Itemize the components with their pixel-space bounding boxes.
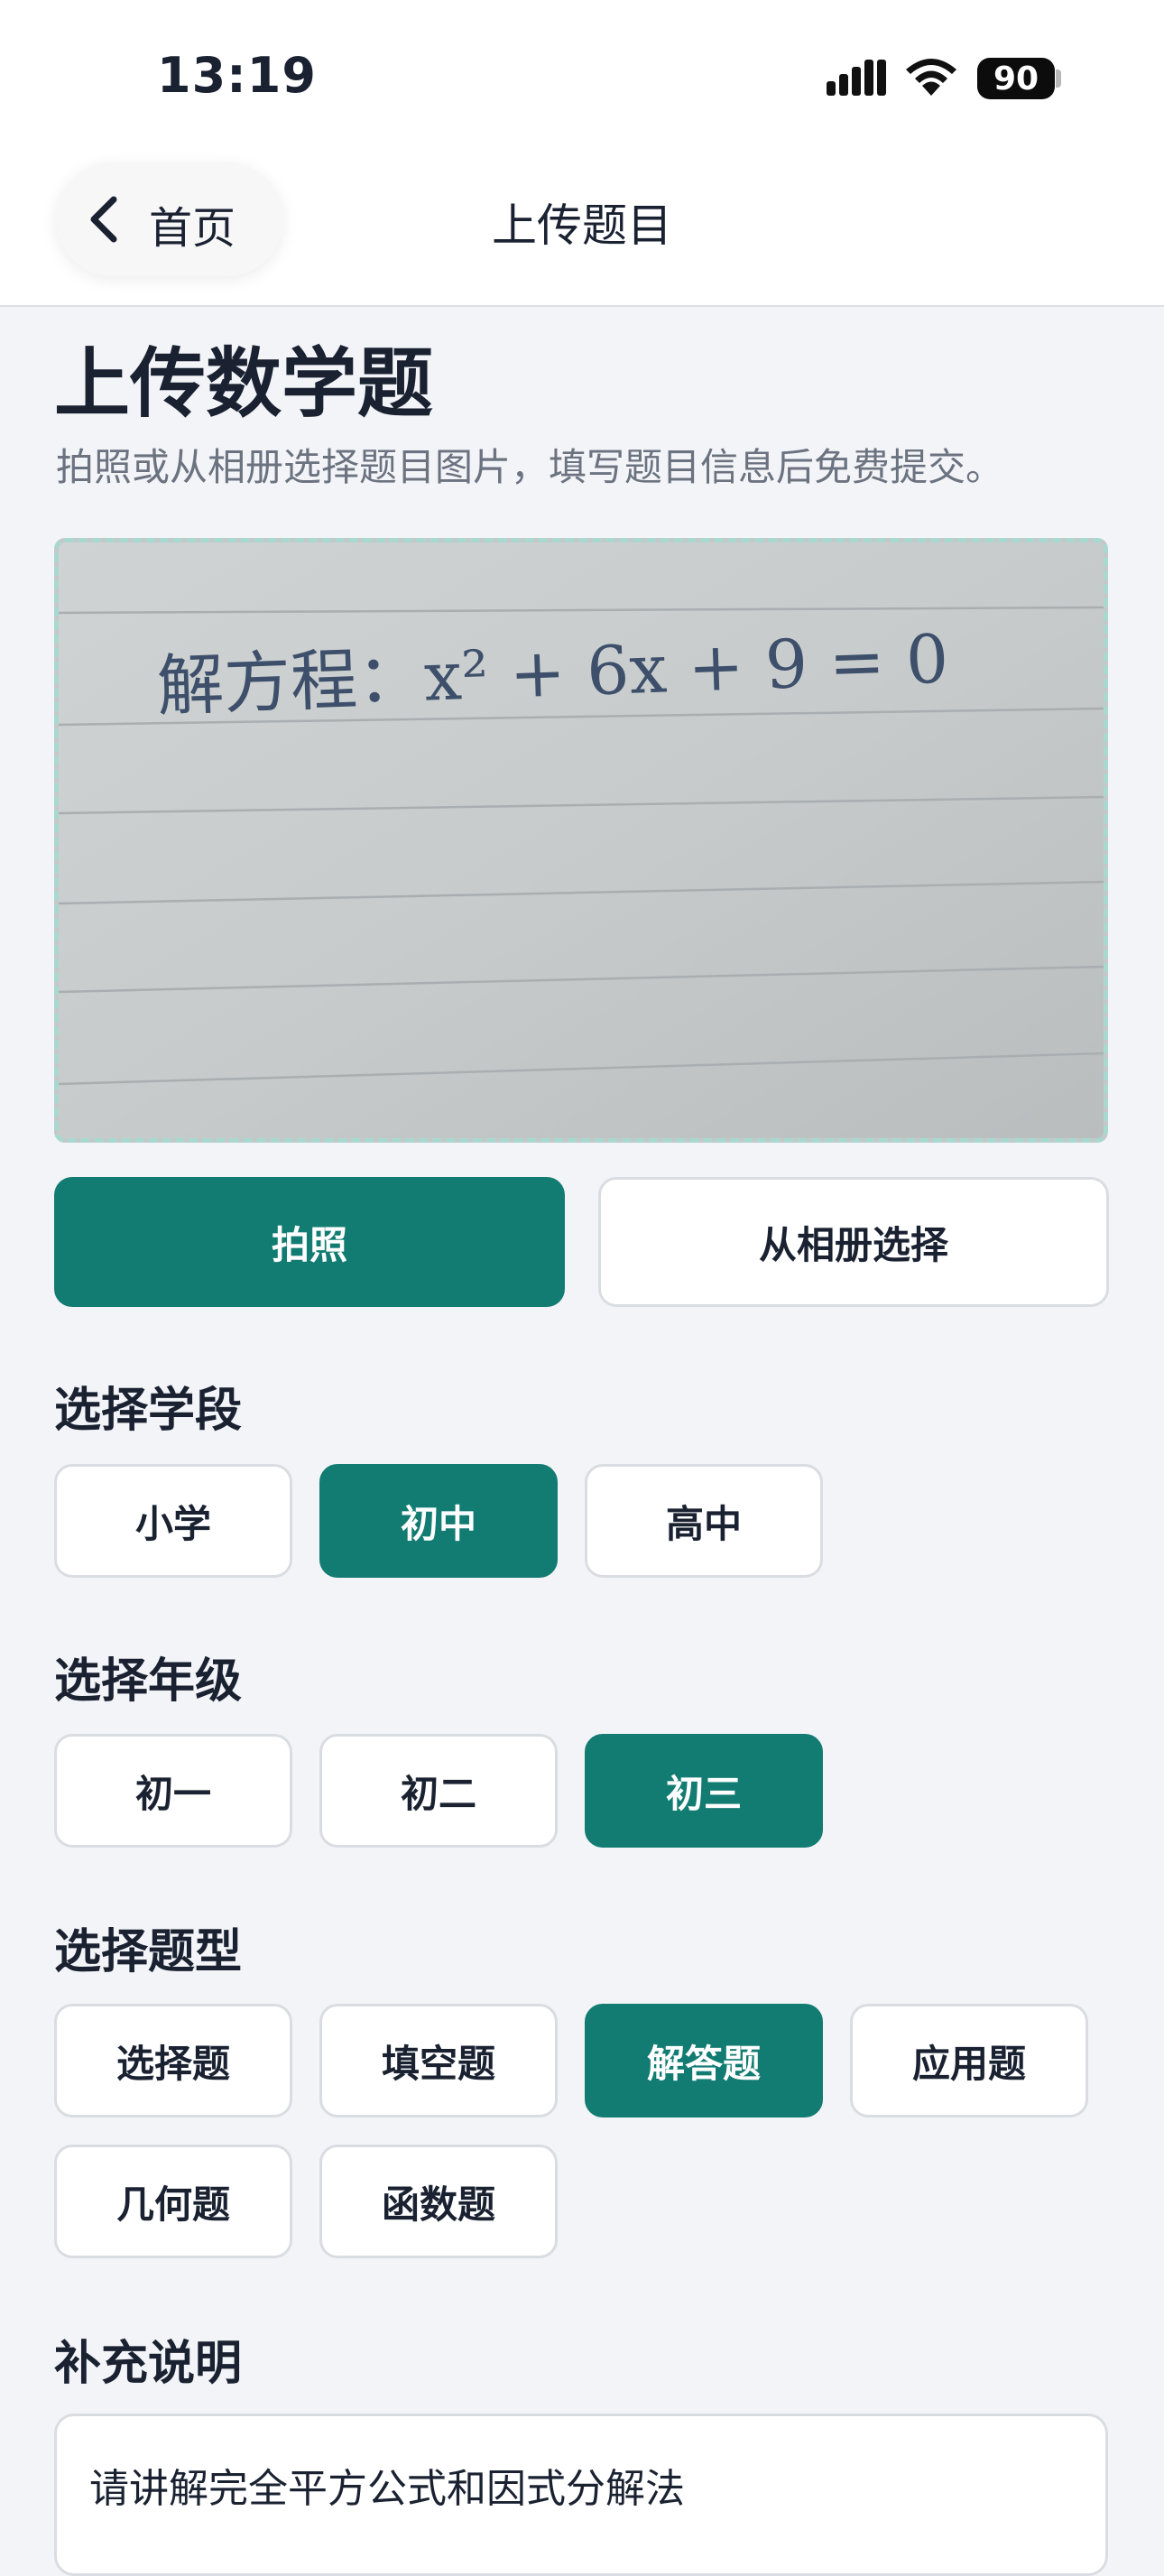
stage-option-elementary[interactable]: 小学 (54, 1464, 292, 1578)
type-option-multiple-choice[interactable]: 选择题 (54, 2004, 292, 2117)
battery-icon: 90 (977, 58, 1055, 99)
type-option-geometry[interactable]: 几何题 (54, 2145, 292, 2258)
battery-level: 90 (993, 60, 1039, 97)
battery-cap (1056, 69, 1061, 88)
type-option-solution[interactable]: 解答题 (585, 2004, 823, 2117)
grade-option-2[interactable]: 初二 (319, 1734, 558, 1848)
stage-label: 选择学段 (54, 1384, 243, 1438)
handwritten-question-image: 解方程：x² + 6x + 9 = 0 (59, 542, 1104, 1138)
notes-input[interactable]: 请讲解完全平方公式和因式分解法 (54, 2414, 1108, 2576)
signal-icon (827, 60, 886, 96)
stage-option-junior-high[interactable]: 初中 (319, 1464, 558, 1578)
photo-preview[interactable]: 解方程：x² + 6x + 9 = 0 (54, 538, 1108, 1143)
take-photo-button[interactable]: 拍照 (54, 1177, 565, 1307)
wifi-icon (906, 59, 956, 96)
type-label: 选择题型 (54, 1925, 243, 1979)
notes-label: 补充说明 (54, 2337, 243, 2391)
page-title: 上传数学题 (54, 339, 434, 428)
page-subtitle: 拍照或从相册选择题目图片，填写题目信息后免费提交。 (56, 445, 1004, 489)
grade-option-3[interactable]: 初三 (585, 1734, 823, 1848)
choose-from-album-button[interactable]: 从相册选择 (598, 1177, 1109, 1307)
grade-option-1[interactable]: 初一 (54, 1734, 292, 1848)
grade-label: 选择年级 (54, 1654, 243, 1709)
status-bar: 13:19 90 (0, 0, 1164, 158)
type-option-function[interactable]: 函数题 (319, 2145, 558, 2258)
nav-title: 上传题目 (492, 199, 672, 252)
type-option-application[interactable]: 应用题 (850, 2004, 1088, 2117)
status-time: 13:19 (157, 47, 317, 104)
stage-option-senior-high[interactable]: 高中 (585, 1464, 823, 1578)
type-option-fill-blank[interactable]: 填空题 (319, 2004, 558, 2117)
